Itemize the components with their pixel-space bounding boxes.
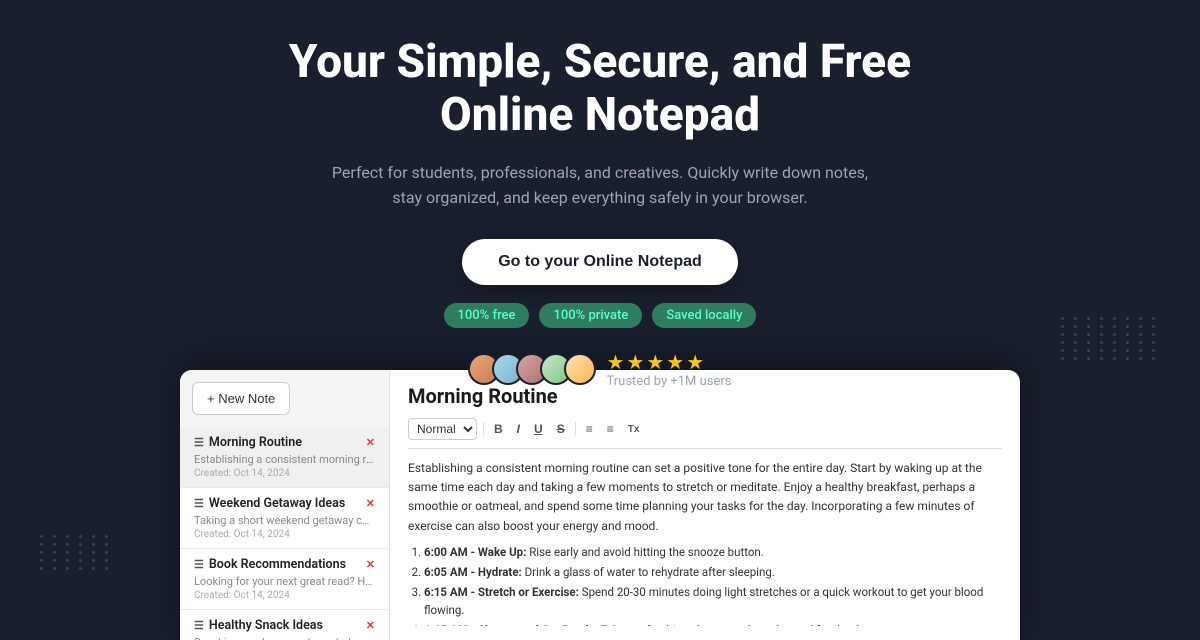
rating-stars: ★★★★★ Trusted by +1M users xyxy=(606,350,731,389)
routine-list-item: 6:05 AM - Hydrate: Drink a glass of wate… xyxy=(424,564,1002,581)
routine-list-item: 6:15 AM - Stretch or Exercise: Spend 20-… xyxy=(424,584,1002,619)
cta-button[interactable]: Go to your Online Notepad xyxy=(462,239,738,285)
note-editor: Morning Routine Normal B I U S ≡ ≡ Tx Es… xyxy=(390,370,1020,640)
delete-icon[interactable]: ✕ xyxy=(366,436,375,449)
note-list-icon: ☰ xyxy=(194,619,204,632)
note-list-icon: ☰ xyxy=(194,558,204,571)
note-item-weekend[interactable]: ☰ Weekend Getaway Ideas ✕ Taking a short… xyxy=(180,488,389,549)
delete-icon[interactable]: ✕ xyxy=(366,497,375,510)
delete-icon[interactable]: ✕ xyxy=(366,558,375,571)
routine-list: 6:00 AM - Wake Up: Rise early and avoid … xyxy=(408,544,1002,626)
format-select[interactable]: Normal xyxy=(408,418,477,440)
badges-row: 100% free 100% private Saved locally xyxy=(444,303,757,328)
routine-list-item: 6:00 AM - Wake Up: Rise early and avoid … xyxy=(424,544,1002,561)
notes-sidebar: + New Note ☰ Morning Routine ✕ Establish… xyxy=(180,370,390,640)
badge-free: 100% free xyxy=(444,303,530,328)
note-item-books[interactable]: ☰ Book Recommendations ✕ Looking for you… xyxy=(180,549,389,610)
list-button[interactable]: ≡ xyxy=(582,420,597,438)
note-list-icon: ☰ xyxy=(194,436,204,449)
badge-private: 100% private xyxy=(539,303,642,328)
badge-saved: Saved locally xyxy=(652,303,756,328)
routine-list-item: 6:45 AM - Shower and Get Ready: Take a r… xyxy=(424,622,1002,626)
note-item-snacks[interactable]: ☰ Healthy Snack Ideas ✕ Snacking can be … xyxy=(180,610,389,640)
underline-button[interactable]: U xyxy=(530,420,547,438)
italic-button[interactable]: I xyxy=(513,420,524,438)
social-proof: ★★★★★ Trusted by +1M users xyxy=(468,350,731,389)
hero-title: Your Simple, Secure, and Free Online Not… xyxy=(289,36,911,142)
editor-paragraph: Establishing a consistent morning routin… xyxy=(408,459,1002,536)
editor-content[interactable]: Establishing a consistent morning routin… xyxy=(408,459,1002,626)
avatar-group xyxy=(468,353,596,385)
dots-pattern-left xyxy=(40,535,113,570)
bold-button[interactable]: B xyxy=(490,420,507,438)
app-preview: + New Note ☰ Morning Routine ✕ Establish… xyxy=(180,370,1020,640)
ordered-list-button[interactable]: ≡ xyxy=(603,420,618,438)
strikethrough-button[interactable]: S xyxy=(553,420,569,438)
avatar xyxy=(564,353,596,385)
delete-icon[interactable]: ✕ xyxy=(366,619,375,632)
hero-subtitle: Perfect for students, professionals, and… xyxy=(320,160,880,211)
note-item-morning[interactable]: ☰ Morning Routine ✕ Establishing a consi… xyxy=(180,427,389,488)
clear-format-button[interactable]: Tx xyxy=(624,422,644,437)
hero-section: Your Simple, Secure, and Free Online Not… xyxy=(0,0,1200,389)
toolbar-divider xyxy=(483,422,484,436)
editor-toolbar: Normal B I U S ≡ ≡ Tx xyxy=(408,418,1002,449)
note-list-icon: ☰ xyxy=(194,497,204,510)
toolbar-divider xyxy=(575,422,576,436)
